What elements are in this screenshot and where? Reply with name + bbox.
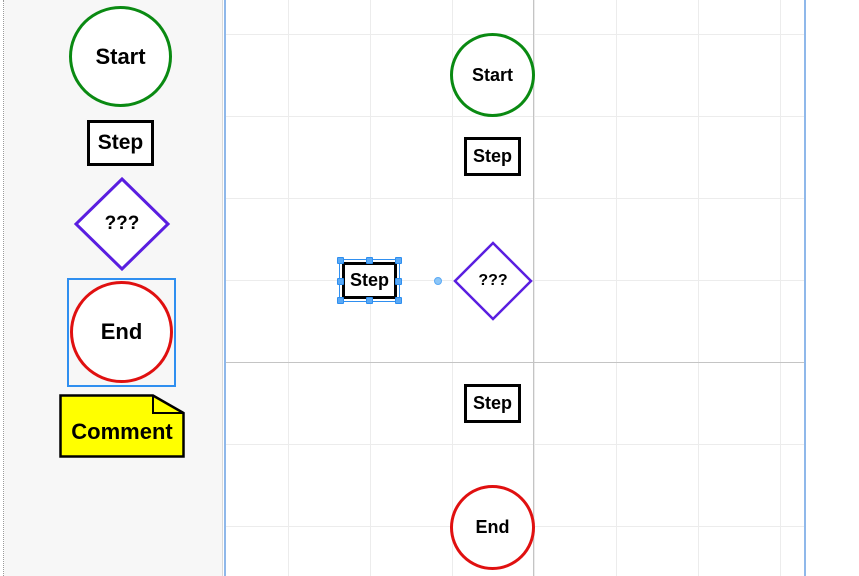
canvas-decision-node[interactable]: ??? — [452, 241, 534, 321]
palette-end-label: End — [100, 319, 143, 344]
right-margin — [807, 0, 859, 576]
resize-handle-top-left[interactable] — [337, 257, 344, 264]
palette-step-label: Step — [97, 131, 144, 154]
resize-handle-bottom[interactable] — [366, 297, 373, 304]
canvas-start-node[interactable]: Start — [450, 33, 535, 117]
canvas-start-label: Start — [471, 64, 513, 85]
shape-palette: Start Step ??? End Comment — [4, 0, 223, 576]
canvas-end-node[interactable]: End — [450, 485, 535, 570]
resize-handle-bottom-left[interactable] — [337, 297, 344, 304]
palette-comment-label: Comment — [71, 419, 173, 444]
connection-port[interactable] — [434, 277, 442, 285]
palette-step-shape[interactable]: Step — [87, 120, 154, 166]
canvas-step-label-2: Step — [472, 393, 512, 413]
canvas-step-node-1[interactable]: Step — [464, 137, 521, 176]
resize-handle-top[interactable] — [366, 257, 373, 264]
resize-handle-bottom-right[interactable] — [395, 297, 402, 304]
resize-handle-right[interactable] — [395, 278, 402, 285]
palette-start-shape[interactable]: Start — [69, 6, 172, 107]
palette-start-label: Start — [95, 43, 146, 69]
canvas-step-label-1: Step — [472, 146, 512, 166]
palette-decision-shape[interactable]: ??? — [73, 177, 171, 271]
palette-decision-label: ??? — [104, 213, 140, 234]
resize-handle-left[interactable] — [337, 278, 344, 285]
horizontal-alignment-guide — [226, 362, 804, 363]
palette-comment-shape[interactable]: Comment — [59, 394, 185, 458]
canvas-decision-label: ??? — [478, 272, 508, 289]
palette-end-shape[interactable]: End — [70, 281, 173, 383]
canvas-step-node-2[interactable]: Step — [464, 384, 521, 423]
canvas-end-label: End — [475, 517, 510, 537]
selected-step-selection-box — [339, 259, 400, 302]
resize-handle-top-right[interactable] — [395, 257, 402, 264]
